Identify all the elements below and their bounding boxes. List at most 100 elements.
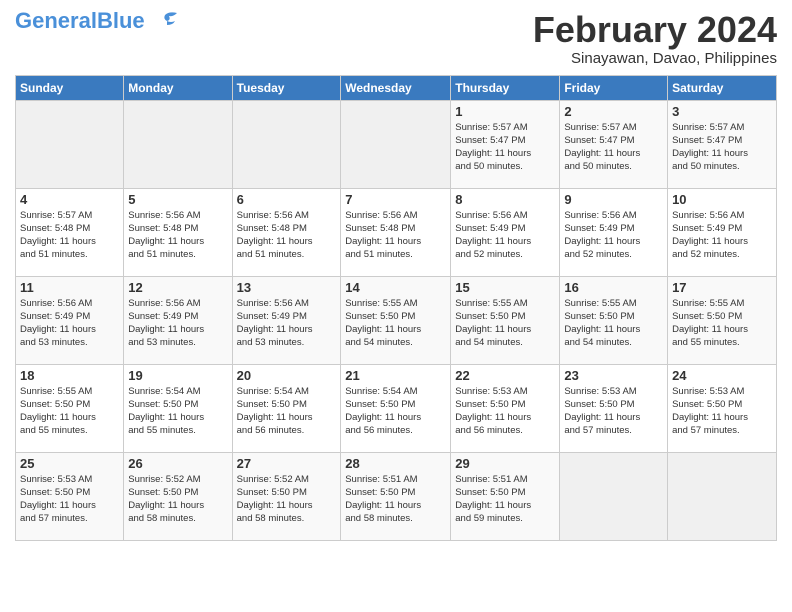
day-info: Sunrise: 5:56 AM Sunset: 5:48 PM Dayligh…	[237, 209, 337, 262]
day-info: Sunrise: 5:53 AM Sunset: 5:50 PM Dayligh…	[672, 385, 772, 438]
calendar-cell: 1Sunrise: 5:57 AM Sunset: 5:47 PM Daylig…	[451, 100, 560, 188]
calendar-cell: 7Sunrise: 5:56 AM Sunset: 5:48 PM Daylig…	[341, 188, 451, 276]
calendar-cell: 14 Sunrise: 5:55 AM Sunset: 5:50 PM Dayli…	[341, 276, 451, 364]
calendar-cell: 23 Sunrise: 5:53 AM Sunset: 5:50 PM Dayli…	[560, 364, 668, 452]
day-number: 11	[20, 280, 119, 295]
day-info: Sunrise: 5:57 AM Sunset: 5:47 PM Dayligh…	[672, 121, 772, 174]
title-area: February 2024 Sinayawan, Davao, Philippi…	[533, 10, 777, 67]
calendar-cell: 27 Sunrise: 5:52 AM Sunset: 5:50 PM Dayli…	[232, 452, 341, 540]
calendar-week-1: 1Sunrise: 5:57 AM Sunset: 5:47 PM Daylig…	[16, 100, 777, 188]
day-info: Sunrise: 5:56 AM Sunset: 5:48 PM Dayligh…	[128, 209, 227, 262]
calendar-cell: 4Sunrise: 5:57 AM Sunset: 5:48 PM Daylig…	[16, 188, 124, 276]
calendar-week-3: 11 Sunrise: 5:56 AM Sunset: 5:49 PM Dayli…	[16, 276, 777, 364]
day-number: 18	[20, 368, 119, 383]
logo-general: General	[15, 8, 97, 33]
weekday-header-friday: Friday	[560, 75, 668, 100]
calendar-cell: 6 Sunrise: 5:56 AM Sunset: 5:48 PM Daylig…	[232, 188, 341, 276]
page-header: GeneralBlue February 2024 Sinayawan, Dav…	[15, 10, 777, 67]
day-number: 10	[672, 192, 772, 207]
calendar-cell: 24 Sunrise: 5:53 AM Sunset: 5:50 PM Dayli…	[668, 364, 777, 452]
day-number: 23	[564, 368, 663, 383]
calendar-cell: 26 Sunrise: 5:52 AM Sunset: 5:50 PM Dayli…	[124, 452, 232, 540]
day-info: Sunrise: 5:51 AM Sunset: 5:50 PM Dayligh…	[345, 473, 446, 526]
day-info: Sunrise: 5:56 AM Sunset: 5:49 PM Dayligh…	[672, 209, 772, 262]
day-number: 29	[455, 456, 555, 471]
calendar-week-4: 18 Sunrise: 5:55 AM Sunset: 5:50 PM Dayli…	[16, 364, 777, 452]
day-info: Sunrise: 5:57 AM Sunset: 5:48 PM Dayligh…	[20, 209, 119, 262]
calendar-cell: 18 Sunrise: 5:55 AM Sunset: 5:50 PM Dayli…	[16, 364, 124, 452]
day-info: Sunrise: 5:55 AM Sunset: 5:50 PM Dayligh…	[455, 297, 555, 350]
calendar-table: SundayMondayTuesdayWednesdayThursdayFrid…	[15, 75, 777, 541]
calendar-week-2: 4Sunrise: 5:57 AM Sunset: 5:48 PM Daylig…	[16, 188, 777, 276]
weekday-header-wednesday: Wednesday	[341, 75, 451, 100]
logo-bird-icon	[149, 11, 181, 33]
calendar-cell: 9Sunrise: 5:56 AM Sunset: 5:49 PM Daylig…	[560, 188, 668, 276]
calendar-cell: 22 Sunrise: 5:53 AM Sunset: 5:50 PM Dayli…	[451, 364, 560, 452]
day-info: Sunrise: 5:56 AM Sunset: 5:49 PM Dayligh…	[237, 297, 337, 350]
day-number: 28	[345, 456, 446, 471]
calendar-cell	[341, 100, 451, 188]
day-number: 25	[20, 456, 119, 471]
day-number: 17	[672, 280, 772, 295]
day-number: 6	[237, 192, 337, 207]
day-number: 16	[564, 280, 663, 295]
calendar-cell: 20 Sunrise: 5:54 AM Sunset: 5:50 PM Dayli…	[232, 364, 341, 452]
day-info: Sunrise: 5:54 AM Sunset: 5:50 PM Dayligh…	[237, 385, 337, 438]
day-info: Sunrise: 5:53 AM Sunset: 5:50 PM Dayligh…	[455, 385, 555, 438]
day-info: Sunrise: 5:53 AM Sunset: 5:50 PM Dayligh…	[20, 473, 119, 526]
day-number: 19	[128, 368, 227, 383]
calendar-cell: 11 Sunrise: 5:56 AM Sunset: 5:49 PM Dayli…	[16, 276, 124, 364]
day-info: Sunrise: 5:54 AM Sunset: 5:50 PM Dayligh…	[128, 385, 227, 438]
month-year: February 2024	[533, 10, 777, 50]
day-number: 9	[564, 192, 663, 207]
day-number: 2	[564, 104, 663, 119]
day-info: Sunrise: 5:54 AM Sunset: 5:50 PM Dayligh…	[345, 385, 446, 438]
day-info: Sunrise: 5:57 AM Sunset: 5:47 PM Dayligh…	[564, 121, 663, 174]
day-info: Sunrise: 5:57 AM Sunset: 5:47 PM Dayligh…	[455, 121, 555, 174]
day-number: 27	[237, 456, 337, 471]
logo: GeneralBlue	[15, 10, 181, 33]
day-number: 15	[455, 280, 555, 295]
calendar-cell: 29Sunrise: 5:51 AM Sunset: 5:50 PM Dayli…	[451, 452, 560, 540]
calendar-cell	[232, 100, 341, 188]
calendar-cell: 17 Sunrise: 5:55 AM Sunset: 5:50 PM Dayli…	[668, 276, 777, 364]
calendar-cell	[124, 100, 232, 188]
day-info: Sunrise: 5:53 AM Sunset: 5:50 PM Dayligh…	[564, 385, 663, 438]
day-number: 26	[128, 456, 227, 471]
day-info: Sunrise: 5:56 AM Sunset: 5:49 PM Dayligh…	[455, 209, 555, 262]
calendar-cell	[16, 100, 124, 188]
calendar-cell: 28 Sunrise: 5:51 AM Sunset: 5:50 PM Dayli…	[341, 452, 451, 540]
calendar-cell: 15 Sunrise: 5:55 AM Sunset: 5:50 PM Dayli…	[451, 276, 560, 364]
weekday-header-sunday: Sunday	[16, 75, 124, 100]
calendar-week-5: 25 Sunrise: 5:53 AM Sunset: 5:50 PM Dayli…	[16, 452, 777, 540]
calendar-cell: 10 Sunrise: 5:56 AM Sunset: 5:49 PM Dayli…	[668, 188, 777, 276]
day-number: 21	[345, 368, 446, 383]
day-info: Sunrise: 5:55 AM Sunset: 5:50 PM Dayligh…	[345, 297, 446, 350]
weekday-header-monday: Monday	[124, 75, 232, 100]
day-number: 3	[672, 104, 772, 119]
day-number: 20	[237, 368, 337, 383]
day-number: 5	[128, 192, 227, 207]
day-number: 13	[237, 280, 337, 295]
day-info: Sunrise: 5:55 AM Sunset: 5:50 PM Dayligh…	[672, 297, 772, 350]
calendar-cell: 21 Sunrise: 5:54 AM Sunset: 5:50 PM Dayli…	[341, 364, 451, 452]
calendar-cell	[668, 452, 777, 540]
day-info: Sunrise: 5:56 AM Sunset: 5:48 PM Dayligh…	[345, 209, 446, 262]
day-number: 22	[455, 368, 555, 383]
calendar-cell: 25 Sunrise: 5:53 AM Sunset: 5:50 PM Dayli…	[16, 452, 124, 540]
calendar-cell	[560, 452, 668, 540]
day-number: 14	[345, 280, 446, 295]
day-info: Sunrise: 5:52 AM Sunset: 5:50 PM Dayligh…	[128, 473, 227, 526]
logo-text: GeneralBlue	[15, 8, 145, 33]
location: Sinayawan, Davao, Philippines	[533, 50, 777, 67]
day-number: 12	[128, 280, 227, 295]
calendar-cell: 12Sunrise: 5:56 AM Sunset: 5:49 PM Dayli…	[124, 276, 232, 364]
calendar-cell: 5 Sunrise: 5:56 AM Sunset: 5:48 PM Daylig…	[124, 188, 232, 276]
day-info: Sunrise: 5:55 AM Sunset: 5:50 PM Dayligh…	[564, 297, 663, 350]
day-info: Sunrise: 5:56 AM Sunset: 5:49 PM Dayligh…	[20, 297, 119, 350]
weekday-header-saturday: Saturday	[668, 75, 777, 100]
calendar-cell: 19 Sunrise: 5:54 AM Sunset: 5:50 PM Dayli…	[124, 364, 232, 452]
day-info: Sunrise: 5:55 AM Sunset: 5:50 PM Dayligh…	[20, 385, 119, 438]
day-number: 24	[672, 368, 772, 383]
day-info: Sunrise: 5:52 AM Sunset: 5:50 PM Dayligh…	[237, 473, 337, 526]
